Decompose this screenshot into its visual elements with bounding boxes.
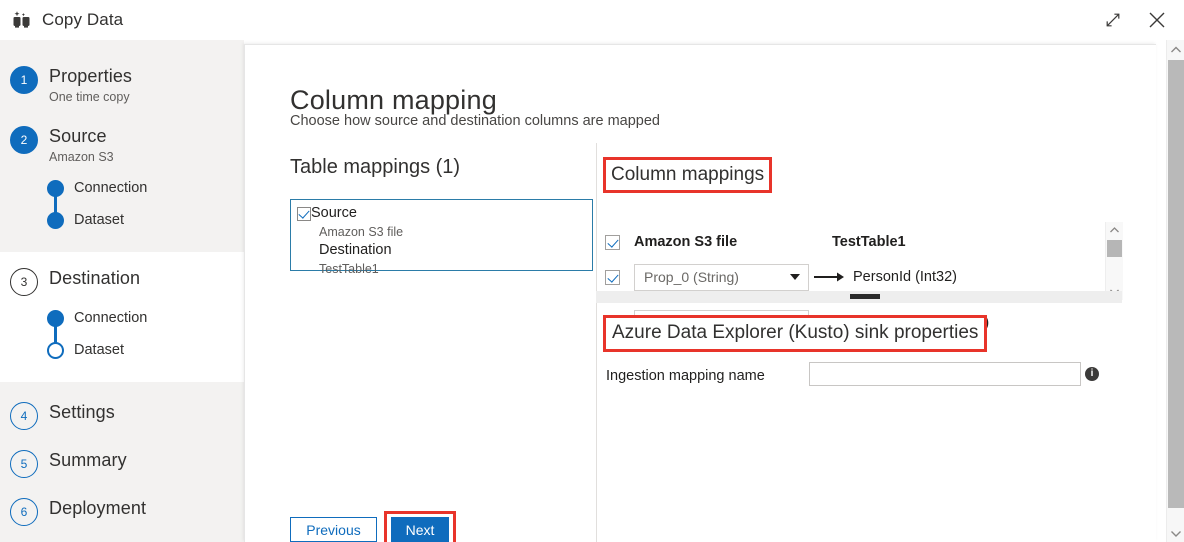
step-number-badge: 2 [10,126,38,154]
step-row: 6 Deployment [0,496,244,526]
column-mappings-heading: Column mappings [603,157,773,193]
step-number-badge: 1 [10,66,38,94]
wizard-step-source[interactable]: 2 Source Amazon S3 Connection Dataset [0,106,244,252]
step-subtitle: Amazon S3 [49,150,114,164]
page-vertical-scrollbar[interactable] [1166,40,1184,542]
row-checkbox[interactable] [605,269,620,285]
step-number-badge: 3 [10,268,38,296]
step-title: Destination [49,268,141,288]
window-title-bar: Copy Data [0,0,1184,40]
wizard-step-deployment[interactable]: 6 Deployment [0,478,244,526]
substep-dot [47,309,64,327]
table-mapping-item[interactable]: Source Amazon S3 file Destination TestTa… [290,199,593,276]
step-title: Properties [49,66,133,86]
step-text: Summary [49,448,127,472]
step-text: Settings [49,400,115,424]
step-text: Source Amazon S3 [49,124,114,166]
step-row: 4 Settings [0,400,244,430]
column-mappings-vertical-scrollbar[interactable] [1105,222,1123,300]
chevron-down-icon [790,274,800,280]
step-text: Deployment [49,496,146,520]
sink-properties-heading: Azure Data Explorer (Kusto) sink propert… [603,315,988,352]
substep-label: Connection [74,180,148,196]
next-button[interactable]: Next [391,517,449,542]
destination-column-header: TestTable1 [832,234,906,250]
step-title: Deployment [49,498,147,518]
step-row: 2 Source Amazon S3 [0,124,244,166]
window-controls [1098,0,1172,40]
close-icon[interactable] [1142,5,1172,35]
select-all-checkbox[interactable] [605,234,620,250]
ingestion-mapping-name-label: Ingestion mapping name [606,368,765,384]
substep-list: Connection Dataset [47,172,244,236]
step-number-badge: 6 [10,498,38,526]
table-mapping-destination-label: Destination [319,242,392,258]
content-column-divider [596,143,597,542]
step-text: Destination [49,266,140,290]
scrollbar-thumb[interactable] [1168,60,1184,508]
source-column-dropdown[interactable]: Prop_0 (String) [634,263,809,291]
step-subtitle: One time copy [49,90,130,104]
substep-dot [47,211,64,229]
substep-dot [47,179,64,197]
chevron-up-icon[interactable] [1167,40,1184,58]
window-title: Copy Data [42,10,124,29]
page-title: Column mapping [290,85,497,116]
table-mapping-source-label: Source [311,205,357,221]
sidebar-item-source-connection[interactable]: Connection [47,172,244,204]
wizard-step-settings[interactable]: 4 Settings [0,382,244,430]
substep-label: Dataset [74,212,124,228]
chevron-down-icon[interactable] [1167,524,1184,542]
substep-label: Connection [74,310,148,326]
wizard-step-summary[interactable]: 5 Summary [0,430,244,478]
table-mapping-checkbox[interactable] [297,207,311,221]
table-mapping-source-value: Amazon S3 file [319,225,404,239]
destination-column-value: PersonId (Int32) [853,269,957,285]
step-title: Source [49,126,107,146]
page-subtitle: Choose how source and destination column… [290,113,660,129]
wizard-step-rail: 1 Properties One time copy 2 Source Amaz… [0,40,244,542]
source-column-value: Prop_0 (String) [644,269,739,285]
scrollbar-thumb[interactable] [1107,240,1122,257]
source-column-header: Amazon S3 file [634,234,738,250]
sidebar-item-destination-dataset[interactable]: Dataset [47,334,244,366]
step-title: Summary [49,450,127,470]
wizard-step-destination[interactable]: 3 Destination Connection Dataset [0,252,244,382]
step-row: 1 Properties One time copy [0,64,244,106]
sidebar-item-source-dataset[interactable]: Dataset [47,204,244,236]
previous-button[interactable]: Previous [290,517,377,542]
scrollbar-thumb[interactable] [850,294,880,299]
table-mappings-heading: Table mappings (1) [290,156,461,178]
wizard-step-properties[interactable]: 1 Properties One time copy [0,40,244,106]
title-left-group: Copy Data [0,9,123,31]
table-mapping-destination-value: TestTable1 [319,262,379,276]
mapping-arrow-icon [809,271,853,283]
substep-dot [47,341,64,359]
ingestion-mapping-name-input[interactable] [809,362,1081,386]
expand-diagonal-icon[interactable] [1098,5,1128,35]
step-text: Properties One time copy [49,64,132,106]
copy-data-icon [11,9,33,31]
table-mapping-source-row: Source [297,204,586,223]
substep-label: Dataset [74,342,124,358]
column-mappings-header-row: Amazon S3 file TestTable1 [605,230,1136,254]
step-number-badge: 4 [10,402,38,430]
step-row: 3 Destination [0,266,244,296]
chevron-up-icon[interactable] [1106,222,1123,238]
step-title: Settings [49,402,115,422]
sidebar-item-destination-connection[interactable]: Connection [47,302,244,334]
step-number-badge: 5 [10,450,38,478]
substep-list: Connection Dataset [47,302,244,366]
step-row: 5 Summary [0,448,244,478]
info-icon[interactable]: i [1085,367,1099,381]
